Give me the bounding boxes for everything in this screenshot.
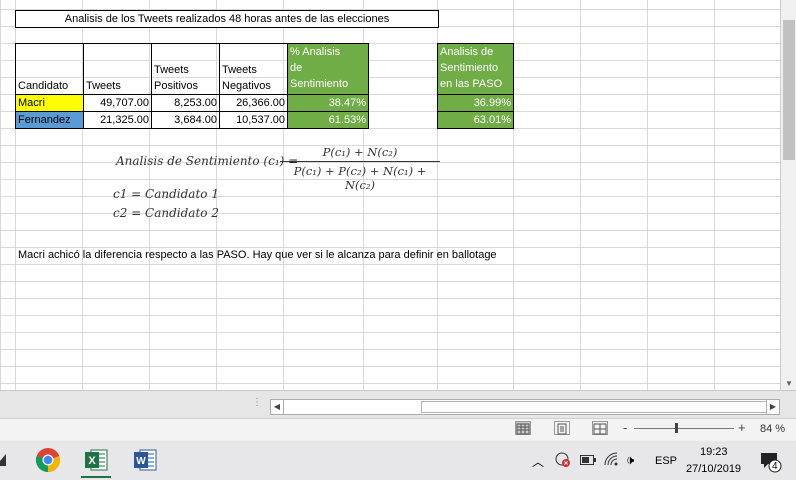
cell-analisis-macri[interactable]: 38.47% [287, 94, 369, 112]
header-paso-line3: en las PASO [440, 78, 503, 90]
zoom-level[interactable]: 84 % [760, 423, 785, 435]
cell-candidato-fernandez[interactable]: Fernandez [15, 111, 84, 129]
wifi-icon[interactable] [604, 452, 620, 469]
header-tweets[interactable]: Tweets [83, 43, 152, 95]
cell-paso-fernandez[interactable]: 63.01% [437, 111, 514, 129]
header-negativos[interactable]: Tweets Negativos [219, 43, 288, 95]
header-positivos-line1: Tweets [154, 64, 189, 76]
scroll-left-icon[interactable]: ◀ [271, 400, 284, 414]
spreadsheet-grid[interactable]: Analisis de los Tweets realizados 48 hor… [0, 0, 780, 390]
cell-candidato-macri[interactable]: Macri [15, 94, 84, 112]
page-layout-icon[interactable] [554, 421, 570, 435]
battery-icon[interactable] [580, 455, 596, 468]
zoom-in-button[interactable]: + [738, 420, 746, 435]
excel-icon[interactable]: X [83, 447, 109, 473]
formula-c2: c2 = Candidato 2 [113, 206, 219, 220]
scroll-down-icon[interactable]: ▼ [781, 379, 796, 388]
cell-paso-macri[interactable]: 36.99% [437, 94, 514, 112]
horizontal-scroll-thumb[interactable] [421, 401, 767, 413]
cell-tweets-macri[interactable]: 49,707.00 [83, 94, 152, 112]
cell-negativos-fernandez[interactable]: 10,537.00 [219, 111, 288, 129]
header-negativos-line2: Negativos [222, 80, 271, 92]
formula-fraction: P(c₁) + N(c₂) P(c₁) + P(c₂) + N(c₁) + N(… [280, 145, 440, 192]
note-cell[interactable]: Macri achicó la diferencia respecto a la… [18, 247, 497, 264]
cell-positivos-macri[interactable]: 8,253.00 [151, 94, 220, 112]
header-analisis[interactable]: % Analisis de Sentimiento [287, 43, 369, 95]
formula-denominator: P(c₁) + P(c₂) + N(c₁) + N(c₂) [293, 164, 427, 192]
notification-count: 4 [772, 461, 778, 472]
vertical-scroll-thumb[interactable] [783, 20, 795, 160]
column-divider [647, 0, 648, 390]
vertical-scrollbar[interactable]: ▼ [780, 0, 796, 390]
language-indicator[interactable]: ESP [655, 455, 677, 467]
horizontal-scrollbar[interactable]: ◀ ▶ [270, 399, 780, 415]
scroll-right-icon[interactable]: ▶ [766, 400, 779, 414]
tweets-table: Candidato Tweets Tweets Positivos Tweets N… [15, 43, 369, 129]
column-divider [714, 0, 715, 390]
header-candidato[interactable]: Candidato [15, 43, 84, 95]
cell-negativos-macri[interactable]: 26,366.00 [219, 94, 288, 112]
paso-table: Analisis de Sentimiento en las PASO 36.99%… [437, 43, 514, 129]
cell-tweets-fernandez[interactable]: 21,325.00 [83, 111, 152, 129]
formula-lhs: Analisis de Sentimiento (c₁) = [116, 154, 299, 168]
sheet-title[interactable]: Analisis de los Tweets realizados 48 hor… [15, 10, 439, 28]
header-positivos[interactable]: Tweets Positivos [151, 43, 220, 95]
zoom-out-button[interactable]: - [623, 420, 627, 435]
fraction-line [280, 161, 440, 162]
splitter-handle-icon[interactable]: ⋮ [252, 397, 262, 408]
network-error-icon[interactable] [555, 452, 571, 471]
header-analisis-line1: % Analisis [290, 46, 341, 58]
excel-active-indicator [81, 476, 111, 478]
page-break-icon[interactable] [592, 421, 608, 435]
zoom-slider-track[interactable] [634, 428, 734, 429]
formula-numerator: P(c₁) + N(c₂) [322, 145, 398, 159]
header-analisis-line2: de [290, 62, 303, 74]
header-positivos-line2: Positivos [154, 80, 199, 92]
clock-date[interactable]: 27/10/2019 [686, 463, 741, 475]
zoom-slider-thumb[interactable] [675, 423, 678, 433]
header-paso-line1: Analisis de [440, 46, 494, 58]
svg-text:X: X [88, 455, 96, 467]
column-divider [580, 0, 581, 390]
word-icon[interactable]: W [132, 447, 158, 473]
cell-positivos-fernandez[interactable]: 3,684.00 [151, 111, 220, 129]
clock-time[interactable]: 19:23 [700, 446, 728, 458]
header-negativos-line1: Tweets [222, 64, 257, 76]
volume-icon[interactable]: 🕩 [626, 452, 634, 468]
header-analisis-line3: Sentimiento [290, 78, 349, 90]
chrome-icon[interactable] [35, 447, 61, 473]
header-paso-line2: Sentimiento [440, 62, 499, 74]
header-paso[interactable]: Analisis de Sentimiento en las PASO [437, 43, 514, 95]
cell-analisis-fernandez[interactable]: 61.53% [287, 111, 369, 129]
mail-icon[interactable] [0, 451, 10, 469]
formula-c1: c1 = Candidato 1 [113, 187, 219, 201]
svg-text:W: W [136, 456, 146, 467]
chevron-up-icon[interactable]: ︿ [532, 453, 544, 470]
normal-view-icon[interactable] [515, 421, 531, 435]
notification-icon[interactable] [760, 451, 782, 476]
